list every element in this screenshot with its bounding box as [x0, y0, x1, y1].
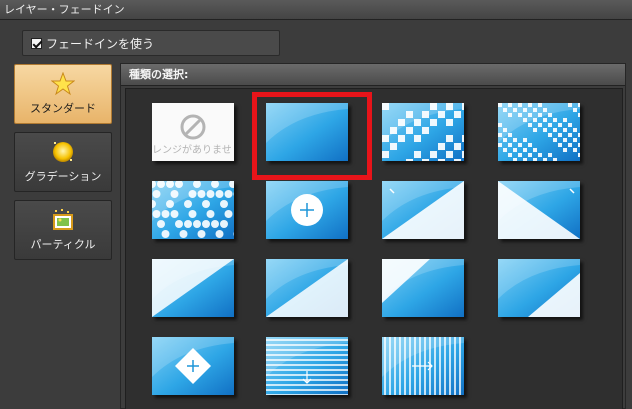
- category-particle-label: パーティクル: [30, 238, 96, 251]
- thumbnail-wipe-bottom-left[interactable]: [498, 181, 580, 239]
- thumbnail-wipe-bottom-right[interactable]: [266, 259, 348, 317]
- thumbnail-none[interactable]: レンジがありませ: [152, 103, 234, 161]
- particle-image-icon: [51, 208, 75, 232]
- category-standard-button[interactable]: スタンダード: [14, 64, 112, 124]
- thumbnail-blocks-large[interactable]: [382, 103, 464, 161]
- type-selection-panel: 種類の選択: レンジがありませ: [120, 63, 626, 409]
- thumbnail-blocks-small[interactable]: [498, 103, 580, 161]
- category-sidebar: スタンダード グラデーション パーティクル: [14, 64, 112, 268]
- thumbnail-lines-horizontal[interactable]: [266, 337, 348, 395]
- thumbnail-hexagons[interactable]: [152, 181, 234, 239]
- none-thumbnail-label: レンジがありませ: [152, 145, 232, 156]
- window-title: レイヤー・フェードイン: [0, 0, 632, 20]
- star-icon: [51, 72, 75, 96]
- type-selection-header: 種類の選択:: [121, 64, 625, 86]
- thumbnail-wipe-top-left[interactable]: [382, 181, 464, 239]
- fade-in-checkbox[interactable]: [31, 37, 42, 49]
- thumbnail-wipe-diagonal-up[interactable]: [498, 259, 580, 317]
- thumbnail-wipe-diagonal-down[interactable]: [382, 259, 464, 317]
- thumbnail-wipe-top-right[interactable]: [152, 259, 234, 317]
- category-gradation-button[interactable]: グラデーション: [14, 132, 112, 192]
- thumbnail-lines-vertical[interactable]: [382, 337, 464, 395]
- category-particle-button[interactable]: パーティクル: [14, 200, 112, 260]
- category-gradation-label: グラデーション: [24, 170, 102, 183]
- category-standard-label: スタンダード: [30, 102, 96, 115]
- gradient-circle-icon: [51, 140, 75, 164]
- thumbnail-circle-center[interactable]: [266, 181, 348, 239]
- fade-in-checkbox-row[interactable]: フェードインを使う: [22, 30, 280, 56]
- thumbnail-diamond-center[interactable]: [152, 337, 234, 395]
- thumbnail-grid: レンジがありませ: [125, 88, 623, 409]
- thumbnail-fade-plain[interactable]: [266, 103, 348, 161]
- fade-in-checkbox-label: フェードインを使う: [46, 36, 155, 51]
